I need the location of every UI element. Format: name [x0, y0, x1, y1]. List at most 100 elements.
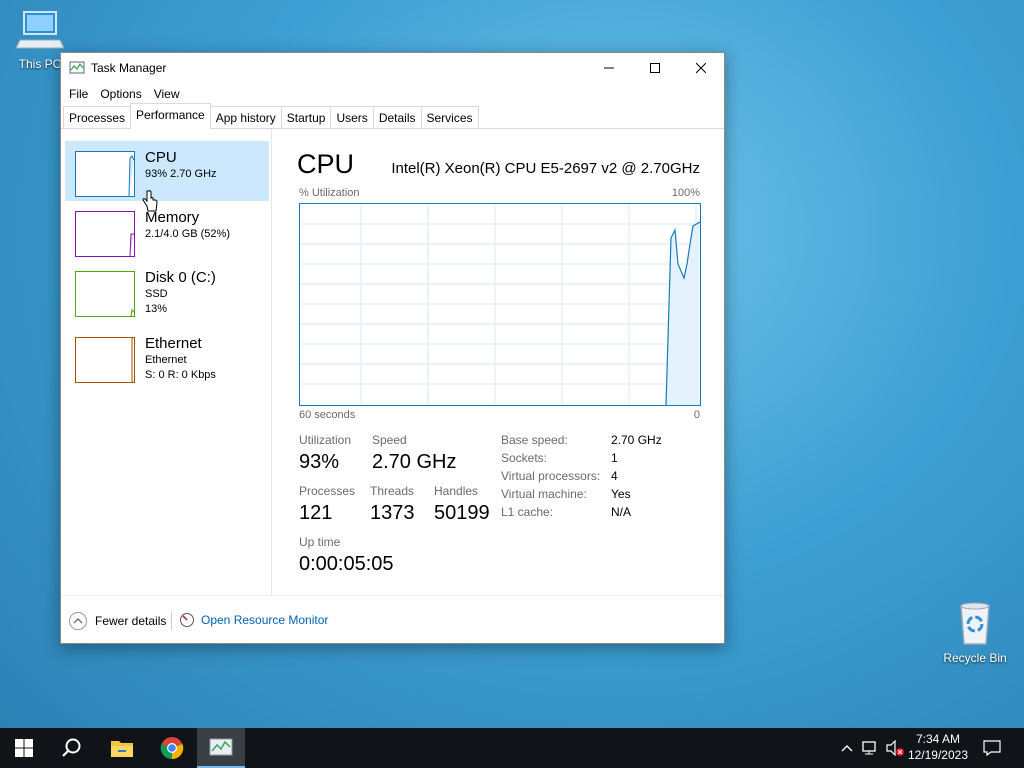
uptime-value: 0:00:05:05: [299, 553, 394, 575]
close-button[interactable]: [678, 53, 724, 83]
taskbar-clock[interactable]: 7:34 AM 12/19/2023: [908, 731, 968, 763]
menu-file[interactable]: File: [63, 87, 94, 101]
tab-app-history[interactable]: App history: [209, 106, 282, 128]
tab-details[interactable]: Details: [372, 106, 422, 128]
close-icon: [696, 63, 706, 73]
task-manager-icon: [69, 61, 85, 74]
page-title: CPU: [297, 149, 355, 179]
utilization-label: Utilization: [299, 433, 352, 447]
sockets-key: Sockets:: [501, 451, 548, 465]
cpu-detail-panel: CPU Intel(R) Xeon(R) CPU E5-2697 v2 @ 2.…: [297, 129, 724, 595]
virtual-machine-key: Virtual machine:: [501, 487, 587, 501]
minimize-button[interactable]: [586, 53, 632, 83]
search-button[interactable]: [48, 728, 96, 768]
sidebar-item-detail-2: 13%: [145, 303, 168, 315]
sidebar-item-detail: 2.1/4.0 GB (52%): [145, 228, 230, 240]
resource-sidebar: CPU 93% 2.70 GHz Memory 2.1/4.0 GB (52%)…: [61, 129, 272, 595]
sidebar-item-label: Ethernet: [145, 335, 202, 352]
network-icon: [862, 741, 876, 755]
network-tray-button[interactable]: [861, 738, 881, 758]
maximize-button[interactable]: [632, 53, 678, 83]
base-speed-key: Base speed:: [501, 433, 568, 447]
chevron-up-icon: [841, 745, 853, 752]
tab-performance[interactable]: Performance: [130, 103, 211, 129]
clock-time: 7:34 AM: [915, 732, 960, 746]
footer-divider: [171, 612, 172, 630]
utilization-value: 93%: [299, 451, 340, 473]
virtual-processors-value: 4: [611, 469, 618, 483]
tab-processes[interactable]: Processes: [63, 106, 132, 128]
sidebar-item-disk[interactable]: Disk 0 (C:) SSD 13%: [65, 261, 269, 321]
max-axis-label: 100%: [671, 187, 700, 199]
sidebar-item-detail: Ethernet: [145, 354, 187, 366]
time-axis-label: 60 seconds: [299, 409, 356, 421]
threads-label: Threads: [370, 484, 415, 498]
chrome-icon: [160, 737, 184, 760]
recycle-bin-icon: [960, 602, 990, 645]
open-resource-monitor-link[interactable]: Open Resource Monitor: [179, 612, 328, 628]
speed-value: 2.70 GHz: [372, 451, 457, 473]
l1-cache-value: N/A: [611, 505, 632, 519]
sidebar-item-detail-2: S: 0 R: 0 Kbps: [145, 369, 216, 381]
resource-monitor-icon: [180, 613, 194, 627]
sidebar-item-label: CPU: [145, 149, 177, 166]
speed-label: Speed: [372, 433, 407, 447]
utilization-axis-label: % Utilization: [299, 187, 360, 199]
search-icon: [62, 738, 81, 757]
sidebar-item-ethernet[interactable]: Ethernet Ethernet S: 0 R: 0 Kbps: [65, 327, 269, 387]
virtual-machine-value: Yes: [611, 487, 631, 501]
chevron-up-icon: [69, 612, 87, 630]
cpu-model-name: Intel(R) Xeon(R) CPU E5-2697 v2 @ 2.70GH…: [391, 160, 700, 177]
tab-startup[interactable]: Startup: [280, 106, 332, 128]
cpu-mini-graph: [75, 151, 135, 197]
sidebar-item-cpu[interactable]: CPU 93% 2.70 GHz: [65, 141, 269, 201]
volume-muted-icon: [886, 740, 904, 756]
sidebar-item-detail: SSD: [145, 288, 168, 300]
disk-mini-graph: [75, 271, 135, 317]
chrome-button[interactable]: [148, 728, 196, 768]
windows-logo-icon: [15, 739, 33, 757]
tab-users[interactable]: Users: [330, 106, 374, 128]
recycle-bin-label: Recycle Bin: [943, 651, 1007, 665]
task-manager-taskbar-button[interactable]: [197, 728, 245, 768]
start-button[interactable]: [0, 728, 48, 768]
recycle-bin-desktop-icon[interactable]: Recycle Bin: [942, 602, 1008, 665]
minimize-icon: [604, 67, 614, 69]
maximize-icon: [650, 63, 660, 73]
sockets-value: 1: [611, 451, 618, 465]
virtual-processors-key: Virtual processors:: [501, 469, 601, 483]
taskbar: 7:34 AM 12/19/2023: [0, 728, 1024, 768]
folder-icon: [111, 741, 133, 757]
memory-mini-graph: [75, 211, 135, 257]
window-title: Task Manager: [91, 61, 167, 75]
window-footer: Fewer details Open Resource Monitor: [61, 595, 724, 643]
menu-bar: File Options View: [61, 83, 724, 105]
action-center-button[interactable]: [982, 738, 1002, 758]
uptime-label: Up time: [299, 535, 341, 549]
handles-value: 50199: [434, 502, 490, 524]
computer-icon: [15, 11, 65, 49]
handles-label: Handles: [434, 484, 479, 498]
open-resource-monitor-label: Open Resource Monitor: [201, 613, 329, 627]
task-manager-window: Task Manager File Options View Processes…: [60, 52, 725, 644]
sidebar-item-detail: 93% 2.70 GHz: [145, 168, 217, 180]
processes-value: 121: [299, 502, 333, 524]
menu-view[interactable]: View: [148, 87, 186, 101]
sidebar-item-memory[interactable]: Memory 2.1/4.0 GB (52%): [65, 201, 269, 261]
tab-services[interactable]: Services: [420, 106, 479, 128]
task-manager-icon: [209, 738, 233, 756]
menu-options[interactable]: Options: [94, 87, 147, 101]
volume-tray-button[interactable]: [885, 738, 905, 758]
clock-date: 12/19/2023: [907, 748, 968, 762]
l1-cache-key: L1 cache:: [501, 505, 554, 519]
cpu-utilization-graph: [299, 203, 701, 406]
base-speed-value: 2.70 GHz: [611, 433, 662, 447]
file-explorer-button[interactable]: [98, 728, 146, 768]
show-hidden-icons-button[interactable]: [837, 738, 857, 758]
ethernet-mini-graph: [75, 337, 135, 383]
title-bar[interactable]: Task Manager: [61, 53, 724, 83]
sidebar-item-label: Disk 0 (C:): [145, 269, 216, 286]
zero-axis-label: 0: [693, 409, 700, 421]
fewer-details-button[interactable]: Fewer details: [69, 612, 166, 630]
threads-value: 1373: [370, 502, 415, 524]
